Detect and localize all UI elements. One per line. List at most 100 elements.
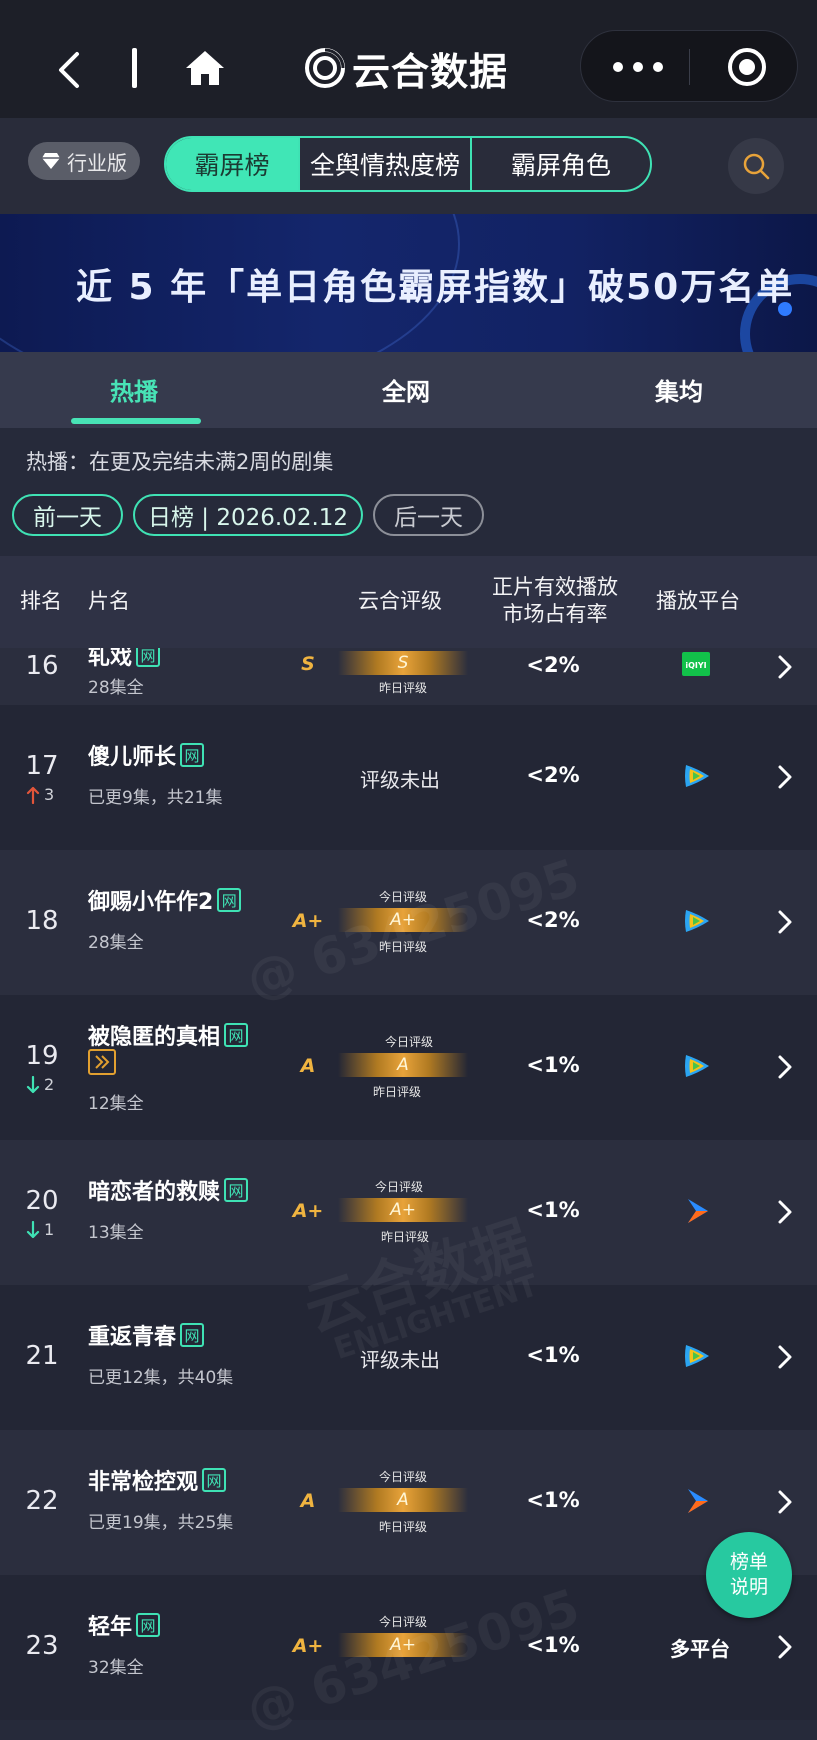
- table-row[interactable]: 23 轻年网 32集全 A+ 今日评级 A+ <1% 多平台: [0, 1575, 817, 1720]
- tab-bapingbang[interactable]: 霸屏榜: [166, 138, 300, 190]
- rank-change: 2: [26, 1075, 54, 1094]
- platform-multi: 多平台: [670, 1637, 730, 1661]
- rank-number: 19: [25, 1041, 59, 1071]
- miniapp-capsule: [580, 30, 798, 102]
- tab-baping-role[interactable]: 霸屏角色: [472, 138, 650, 190]
- header-rank: 排名: [20, 589, 62, 613]
- chevron-right-icon[interactable]: [775, 1343, 795, 1371]
- table-row[interactable]: 20 1 暗恋者的救赎网 13集全 A+ 今日评级 A+ 昨日评级 <1%: [0, 1140, 817, 1285]
- ranking-type-switch: 霸屏榜 全舆情热度榜 霸屏角色: [164, 136, 652, 192]
- rank-change: 3: [26, 785, 54, 804]
- tab-all-network[interactable]: 全网: [382, 372, 430, 407]
- next-day-button[interactable]: 后一天: [373, 494, 484, 536]
- diamond-icon: [42, 153, 60, 169]
- brand: 云合数据: [304, 42, 508, 94]
- chevron-right-icon[interactable]: [775, 908, 795, 936]
- ranking-explanation-button[interactable]: 榜单 说明: [706, 1532, 792, 1618]
- rank-number: 23: [25, 1631, 59, 1661]
- net-drama-badge: 网: [202, 1468, 227, 1492]
- ranking-type-bar: 行业版 霸屏榜 全舆情热度榜 霸屏角色: [0, 118, 817, 214]
- market-share: <2%: [526, 908, 580, 932]
- grade-today-label: 今日评级: [378, 1615, 427, 1629]
- net-drama-badge: 网: [224, 1023, 249, 1047]
- ranking-list: 16 轧戏网 28集全 S 今日评级 S 昨日评级 <2% iQIYI 17 3…: [0, 648, 817, 1740]
- grade-today-label: 今日评级: [374, 1180, 423, 1194]
- float-button-line2: 说明: [729, 1576, 768, 1598]
- home-icon[interactable]: [184, 48, 226, 88]
- promo-banner[interactable]: 近 5 年「单日角色霸屏指数」破50万名单: [0, 214, 817, 352]
- table-row[interactable]: 18 御赐小仵作2 网 28集全 A+ 今日评级 A+ 昨日评级 <2%: [0, 850, 817, 995]
- chevron-right-icon[interactable]: [775, 1198, 795, 1226]
- episode-info: 已更19集，共25集: [88, 1513, 234, 1533]
- rank-number: 22: [25, 1486, 59, 1516]
- rank-change: 1: [26, 1220, 54, 1239]
- grade-today-label: 今日评级: [384, 1035, 433, 1049]
- date-picker[interactable]: 日榜 | 2026.02.12: [133, 494, 363, 536]
- grade-yesterday-label: 昨日评级: [372, 1085, 421, 1099]
- episode-info: 已更12集，共40集: [88, 1368, 234, 1388]
- grade-bar: A: [338, 1488, 468, 1512]
- header-platform: 播放平台: [656, 589, 740, 613]
- divider: [132, 48, 137, 88]
- rank-number: 17: [25, 751, 59, 781]
- episode-info: 28集全: [88, 933, 144, 953]
- ranking-description: 热播：在更及完结未满2周的剧集: [26, 450, 334, 474]
- grade-yesterday-label: 昨日评级: [378, 1520, 427, 1534]
- grade-bar: A+: [338, 1198, 468, 1222]
- table-row[interactable]: 16 轧戏网 28集全 S 今日评级 S 昨日评级 <2% iQIYI: [0, 648, 817, 705]
- show-title: 御赐小仵作2 网: [88, 884, 242, 916]
- market-share: <1%: [526, 1343, 580, 1367]
- show-title: 重返青春网: [88, 1319, 205, 1351]
- net-drama-badge: 网: [136, 648, 161, 667]
- show-title: 傻儿师长网: [88, 739, 205, 771]
- tab-hot-airing[interactable]: 热播: [110, 372, 158, 407]
- banner-text: 近 5 年「单日角色霸屏指数」破50万名单: [76, 267, 795, 308]
- tab-quanyuqing[interactable]: 全舆情热度榜: [300, 138, 472, 190]
- grade-letter: A: [300, 1055, 316, 1077]
- grade-bar: A+: [338, 908, 468, 932]
- tencent-video-logo-icon: [685, 1345, 709, 1367]
- grade-letter: A+: [292, 1635, 324, 1657]
- brand-name: 云合数据: [352, 49, 509, 94]
- net-drama-badge: 网: [180, 1323, 205, 1347]
- rank-number: 16: [25, 651, 59, 681]
- chevron-right-icon[interactable]: [775, 1053, 795, 1081]
- episode-info: 已更9集，共21集: [88, 788, 223, 808]
- grade-pending: 评级未出: [360, 1348, 440, 1372]
- iqiyi-logo-icon: iQIYI: [682, 652, 710, 676]
- prev-day-button[interactable]: 前一天: [12, 494, 123, 536]
- more-icon[interactable]: [613, 53, 663, 81]
- tab-per-episode[interactable]: 集均: [655, 372, 703, 407]
- rank-number: 21: [25, 1341, 59, 1371]
- grade-today-label: 今日评级: [378, 1470, 427, 1484]
- chevron-right-icon[interactable]: [775, 1488, 795, 1516]
- svg-text:iQIYI: iQIYI: [685, 661, 706, 670]
- net-drama-badge: 网: [136, 1613, 161, 1637]
- title-bar: 云合数据: [0, 0, 817, 118]
- brand-logo-icon: [305, 48, 345, 88]
- grade-letter: A+: [292, 910, 324, 932]
- table-row[interactable]: 22 非常检控观网 已更19集，共25集 A 今日评级 A 昨日评级 <1%: [0, 1430, 817, 1575]
- episode-info: 28集全: [88, 678, 144, 698]
- grade-today-label: 今日评级: [378, 890, 427, 904]
- net-drama-badge: 网: [224, 1178, 249, 1202]
- chevron-right-icon[interactable]: [775, 763, 795, 791]
- search-button[interactable]: [728, 138, 784, 194]
- exclusive-video-icon: [88, 1049, 116, 1075]
- grade-yesterday-label: 昨日评级: [380, 1230, 429, 1244]
- industry-edition-badge[interactable]: 行业版: [28, 142, 140, 180]
- youku-logo-icon: [688, 1489, 708, 1513]
- arrow-down-icon: [26, 1220, 40, 1238]
- close-miniapp-icon[interactable]: [726, 46, 768, 88]
- table-row[interactable]: 17 3 傻儿师长网 已更9集，共21集 评级未出 <2%: [0, 705, 817, 850]
- table-row[interactable]: 21 重返青春网 已更12集，共40集 评级未出 <1%: [0, 1285, 817, 1430]
- chevron-right-icon[interactable]: [775, 1633, 795, 1661]
- grade-letter: S: [301, 653, 315, 675]
- grade-bar: A: [338, 1053, 468, 1077]
- show-title: 轧戏网: [88, 648, 161, 671]
- back-arrow-icon[interactable]: [55, 50, 83, 90]
- table-row[interactable]: 19 2 被隐匿的真相网 12集全 A 今日评级 A 昨日评级 <1%: [0, 995, 817, 1140]
- float-button-line1: 榜单: [729, 1551, 768, 1573]
- market-share: <1%: [526, 1488, 580, 1512]
- chevron-right-icon[interactable]: [775, 653, 795, 681]
